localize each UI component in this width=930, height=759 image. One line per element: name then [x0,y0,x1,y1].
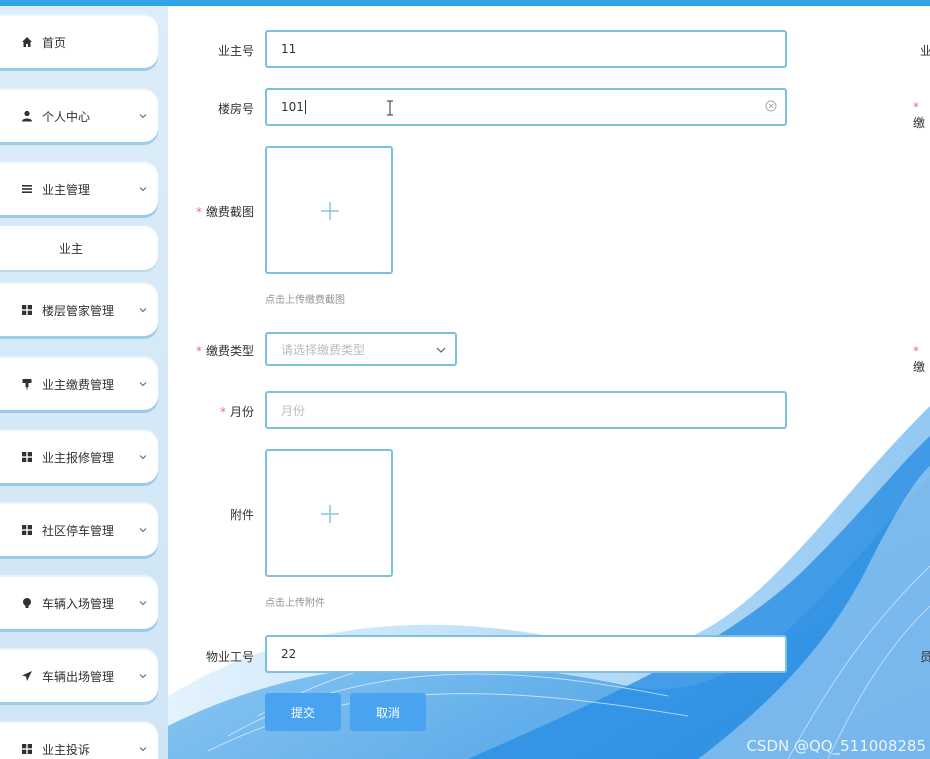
chevron-down-icon [139,528,147,533]
bulb-icon [20,596,34,610]
room-no-input[interactable]: 101 [265,88,787,126]
staff-no-value: 22 [281,647,297,661]
sidebar-item-floor-steward[interactable]: 楼层管家管理 [0,284,158,336]
chevron-down-icon [139,455,147,460]
right-clipped-label: 员 [920,650,930,664]
month-input[interactable]: 月份 [265,391,787,429]
sidebar: 首页 个人中心 业主管理 业主 楼层管家管理 业主缴费管理 业主报修管理 社区停… [0,6,168,759]
sidebar-subitem-owner[interactable]: 业主 [0,226,158,270]
sidebar-item-label: 业主缴费管理 [42,377,115,392]
sidebar-item-label: 社区停车管理 [42,523,115,538]
plus-icon [321,202,339,220]
chevron-down-icon [139,114,147,119]
room-no-value: 101 [281,100,304,114]
month-label: * 月份 [219,405,254,419]
required-asterisk: * [195,344,202,358]
sidebar-item-owner-payment[interactable]: 业主缴费管理 [0,358,158,410]
payment-screenshot-upload[interactable] [265,146,393,274]
chevron-down-icon [139,308,147,313]
sidebar-item-owner-repair[interactable]: 业主报修管理 [0,431,158,483]
plus-icon [321,505,339,523]
sidebar-item-community-parking[interactable]: 社区停车管理 [0,504,158,556]
watermark: CSDN @QQ_511008285 [746,737,926,755]
sidebar-item-label: 楼层管家管理 [42,303,115,318]
right-clipped-label: 业 [920,44,930,58]
chevron-down-icon [139,747,147,752]
sidebar-item-owner-management[interactable]: 业主管理 [0,163,158,215]
required-asterisk: * [195,205,202,219]
staff-no-label: 物业工号 [205,650,254,664]
attachment-label: 附件 [229,508,254,522]
sidebar-item-label: 业主报修管理 [42,450,115,465]
month-placeholder: 月份 [281,403,306,418]
chevron-down-icon [139,674,147,679]
cancel-button[interactable]: 取消 [350,693,426,731]
owner-no-input[interactable]: 11 [265,30,787,68]
sidebar-item-vehicle-entry[interactable]: 车辆入场管理 [0,577,158,629]
sidebar-item-label: 车辆出场管理 [42,669,115,684]
payment-type-placeholder: 请选择缴费类型 [281,342,366,357]
text-cursor-icon [387,100,393,116]
grid-icon [20,523,34,537]
sidebar-subitem-label: 业主 [58,241,83,256]
required-asterisk: * [219,405,226,419]
text-caret [304,100,306,114]
sidebar-item-home[interactable]: 首页 [0,16,158,68]
user-icon [20,109,34,123]
send-icon [20,669,34,683]
sidebar-item-label: 业主投诉 [42,742,91,757]
grid-icon [20,303,34,317]
attachment-upload[interactable] [265,449,393,577]
sidebar-item-vehicle-exit[interactable]: 车辆出场管理 [0,650,158,702]
staff-no-input[interactable]: 22 [265,635,787,673]
sidebar-item-label: 首页 [42,35,67,50]
list-icon [20,182,34,196]
grid-icon [20,450,34,464]
chevron-down-icon [139,382,147,387]
right-clipped-label: *缴 [913,344,926,374]
chevron-down-icon [139,601,147,606]
main-content: 业主号 11 楼房号 101 * 缴费截图 点击上传缴费截图 * 缴费类型 请选择缴… [168,6,930,759]
pin-icon [20,377,34,391]
payment-screenshot-tip: 点击上传缴费截图 [265,295,345,306]
owner-no-label: 业主号 [217,44,254,58]
payment-screenshot-label: * 缴费截图 [195,205,254,219]
sidebar-item-personal-center[interactable]: 个人中心 [0,90,158,142]
sidebar-item-label: 业主管理 [42,182,91,197]
chevron-down-icon [436,347,446,353]
sidebar-item-label: 车辆入场管理 [42,596,115,611]
payment-type-select[interactable]: 请选择缴费类型 [265,332,457,366]
right-clipped-label: *缴 [913,100,926,130]
room-no-label: 楼房号 [217,102,254,116]
clear-icon[interactable] [765,100,777,112]
sidebar-item-owner-complaint[interactable]: 业主投诉 [0,723,158,759]
chevron-down-icon [139,187,147,192]
attachment-tip: 点击上传附件 [265,598,325,609]
home-icon [20,35,34,49]
owner-no-value: 11 [281,42,297,56]
payment-type-label: * 缴费类型 [195,344,254,358]
submit-button[interactable]: 提交 [265,693,341,731]
grid-icon [20,742,34,756]
sidebar-item-label: 个人中心 [42,109,91,124]
